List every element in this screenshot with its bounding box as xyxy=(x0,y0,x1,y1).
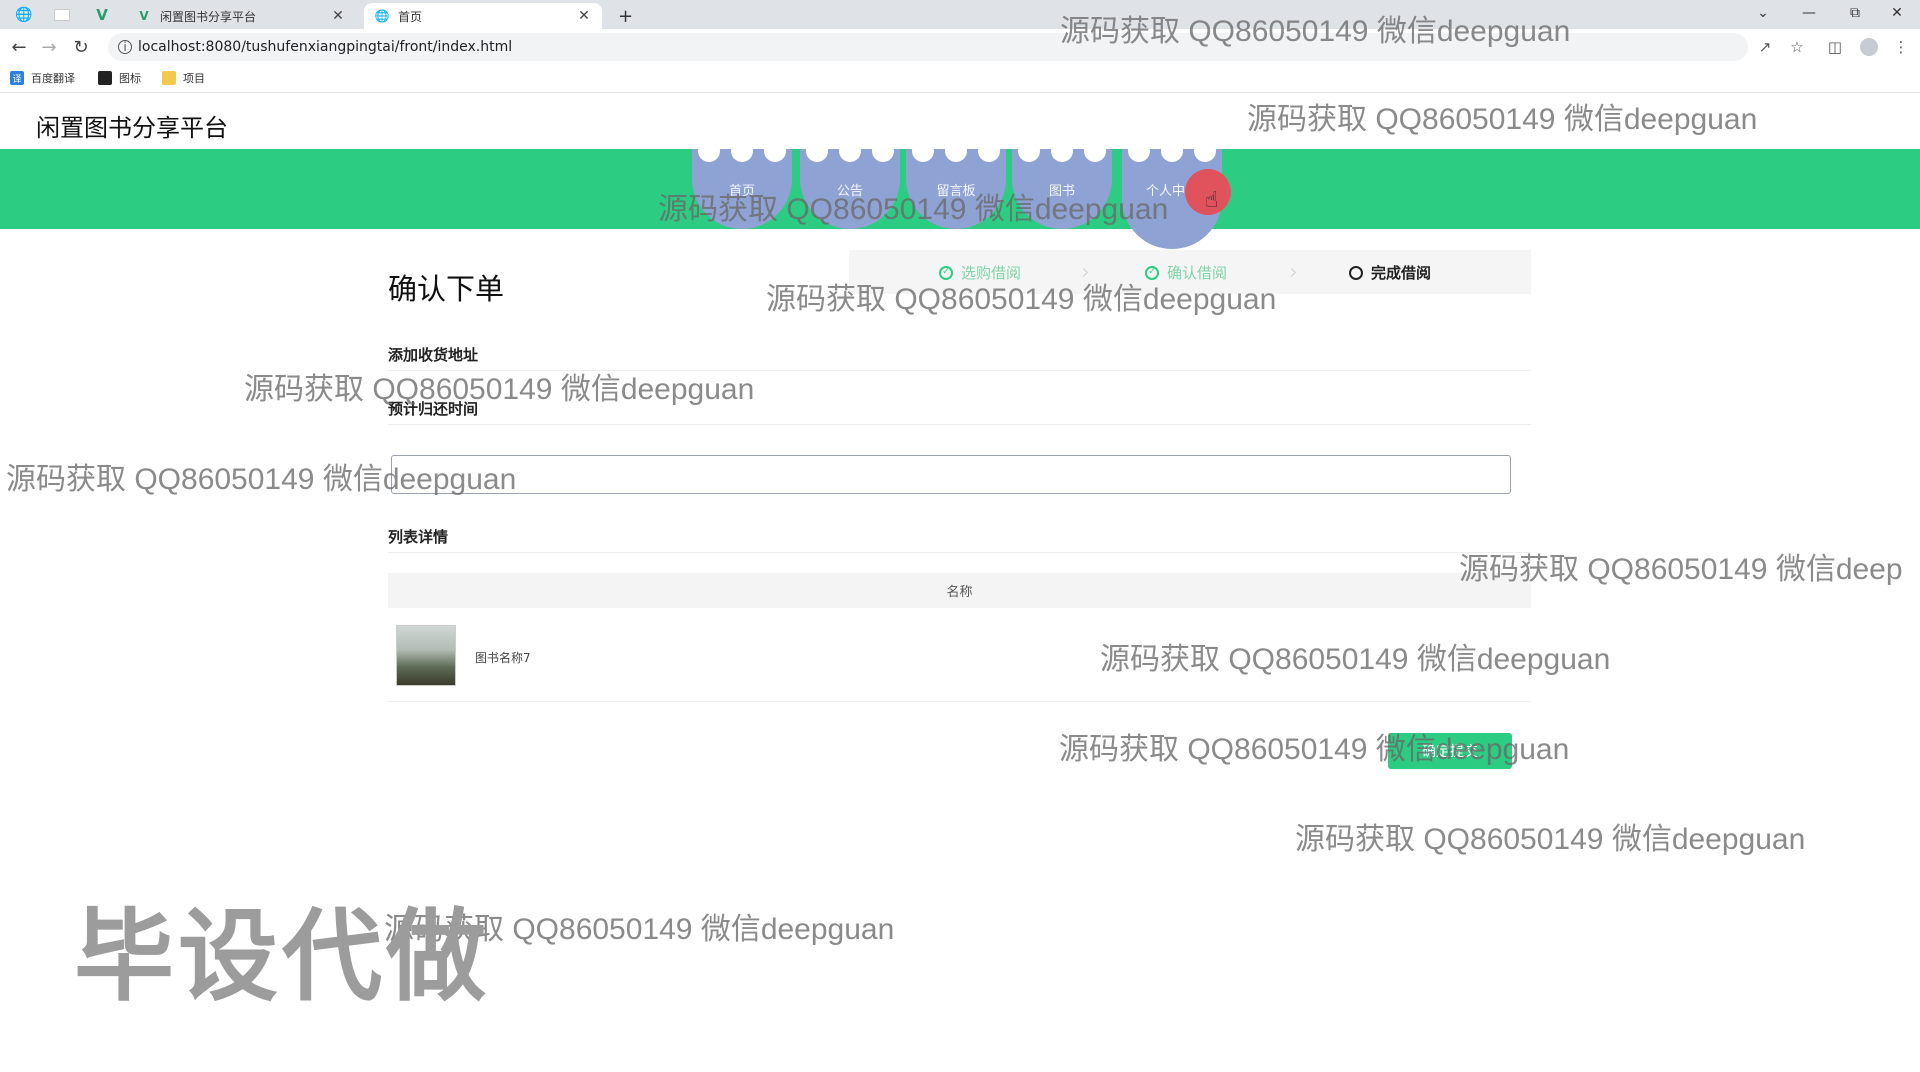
side-panel-icon: ◫ xyxy=(1827,38,1843,56)
bookmark-label: 项目 xyxy=(183,72,205,85)
folder-icon xyxy=(162,71,176,85)
globe-icon: 🌐 xyxy=(15,7,33,23)
arrow-right-icon: → xyxy=(41,36,57,58)
more-vertical-icon: ⋮ xyxy=(1893,38,1909,56)
blank-page-icon xyxy=(54,9,70,21)
chevron-right-icon: › xyxy=(1289,260,1298,285)
menu-button[interactable]: ⋮ xyxy=(1888,34,1914,60)
nav-message-board[interactable]: 留言板 xyxy=(906,140,1006,229)
tab-label: 首页 xyxy=(398,9,423,24)
table-row: 图书名称7 xyxy=(388,613,1531,702)
reload-button[interactable]: ↻ xyxy=(68,34,94,60)
close-window-button[interactable]: ✕ xyxy=(1874,0,1920,26)
page-title: 确认下单 xyxy=(388,272,505,306)
plus-icon: + xyxy=(618,5,634,27)
vue-logo-icon: V xyxy=(139,9,149,23)
address-bar-row: ← → ↻ i localhost:8080/tushufenxiangping… xyxy=(0,29,1920,65)
vue-logo-icon: V xyxy=(96,6,108,24)
globe-icon: 🌐 xyxy=(374,9,390,23)
order-steps: ✓ 选购借阅 › ✓ 确认借阅 › 完成借阅 xyxy=(849,250,1531,294)
bookmark-label: 百度翻译 xyxy=(31,72,75,85)
tab-search-button[interactable]: ⌄ xyxy=(1740,0,1786,26)
chevron-down-icon: ⌄ xyxy=(1757,5,1769,21)
browser-tab-strip: 🌐 V V 闲置图书分享平台 ✕ 🌐 首页 ✕ + ⌄ — ⧉ ✕ xyxy=(0,0,1920,29)
restore-icon: ⧉ xyxy=(1850,5,1860,21)
table-header-name: 名称 xyxy=(388,573,1531,608)
arrow-left-icon: ← xyxy=(11,36,27,58)
bookmark-baidu-translate[interactable]: 译 百度翻译 xyxy=(10,70,75,86)
return-time-label: 预计归还时间 xyxy=(388,400,479,418)
divider xyxy=(388,424,1531,425)
book-name: 图书名称7 xyxy=(475,651,531,665)
step-label: 完成借阅 xyxy=(1371,264,1432,282)
star-icon: ☆ xyxy=(1790,38,1804,56)
watermark: 源码获取 QQ86050149 微信deepguan xyxy=(1247,103,1758,136)
profile-button[interactable] xyxy=(1856,34,1882,60)
site-title: 闲置图书分享平台 xyxy=(36,114,228,142)
nav-announcements[interactable]: 公告 xyxy=(800,140,900,229)
url-text: localhost:8080/tushufenxiangpingtai/fron… xyxy=(138,39,513,55)
nav-label: 图书 xyxy=(1048,183,1075,199)
share-button[interactable]: ↗ xyxy=(1752,34,1778,60)
submit-button[interactable]: 确定提交 xyxy=(1388,733,1512,769)
nav-books[interactable]: 图书 xyxy=(1012,140,1112,229)
step-select: ✓ 选购借阅 xyxy=(939,262,1021,283)
minimize-icon: — xyxy=(1802,5,1816,21)
close-icon[interactable]: ✕ xyxy=(576,8,592,24)
nav-home[interactable]: 首页 xyxy=(692,140,792,229)
pinned-tab-vue[interactable]: V xyxy=(84,3,120,27)
share-icon: ↗ xyxy=(1758,38,1772,56)
main-navbar: 首页 公告 留言板 图书 个人中心 xyxy=(0,140,1920,249)
side-panel-button[interactable]: ◫ xyxy=(1822,34,1848,60)
return-time-input[interactable] xyxy=(391,455,1511,494)
nav-label: 公告 xyxy=(836,183,863,199)
pinned-tab-globe[interactable]: 🌐 xyxy=(6,3,42,27)
forward-button[interactable]: → xyxy=(36,34,62,60)
back-button[interactable]: ← xyxy=(6,34,32,60)
bookmark-label: 图标 xyxy=(119,72,141,85)
info-icon: i xyxy=(118,40,132,54)
pinned-tab-blank[interactable] xyxy=(44,3,80,27)
check-circle-icon: ✓ xyxy=(939,265,953,280)
restore-button[interactable]: ⧉ xyxy=(1832,0,1878,26)
nav-label: 留言板 xyxy=(936,183,976,199)
hand-pointer-icon: ☝ xyxy=(1205,188,1219,213)
bookmark-star-button[interactable]: ☆ xyxy=(1784,34,1810,60)
translate-icon: 译 xyxy=(10,71,24,85)
book-thumbnail xyxy=(396,625,456,686)
bookmarks-bar: 译 百度翻译 图标 项目 xyxy=(0,65,1920,93)
tab-label: 闲置图书分享平台 xyxy=(160,9,257,24)
reload-icon: ↻ xyxy=(73,36,89,58)
minimize-button[interactable]: — xyxy=(1786,0,1832,26)
close-icon[interactable]: ✕ xyxy=(330,8,346,24)
list-section-label: 列表详情 xyxy=(388,528,449,546)
divider xyxy=(388,370,1531,371)
tab-platform[interactable]: V 闲置图书分享平台 ✕ xyxy=(126,3,356,29)
chevron-right-icon: › xyxy=(1081,260,1090,285)
address-section-label[interactable]: 添加收货地址 xyxy=(388,344,478,365)
circle-icon xyxy=(1349,265,1363,280)
promo-stamp: 毕设代做 xyxy=(74,898,490,1015)
step-label: 确认借阅 xyxy=(1167,264,1228,282)
divider xyxy=(388,552,1531,553)
url-field[interactable]: i localhost:8080/tushufenxiangpingtai/fr… xyxy=(108,33,1748,61)
avatar xyxy=(1860,38,1878,56)
check-circle-icon: ✓ xyxy=(1145,265,1159,280)
bookmark-project[interactable]: 项目 xyxy=(162,70,205,86)
image-icon xyxy=(98,71,112,85)
step-complete: 完成借阅 xyxy=(1349,262,1431,283)
bookmark-icons[interactable]: 图标 xyxy=(98,70,141,86)
nav-label: 首页 xyxy=(728,183,755,199)
step-label: 选购借阅 xyxy=(961,264,1022,282)
step-confirm: ✓ 确认借阅 xyxy=(1145,262,1227,283)
tab-home[interactable]: 🌐 首页 ✕ xyxy=(364,3,602,29)
close-icon: ✕ xyxy=(1891,5,1903,21)
watermark: 源码获取 QQ86050149 微信deepguan xyxy=(1295,823,1806,856)
new-tab-button[interactable]: + xyxy=(608,3,642,29)
